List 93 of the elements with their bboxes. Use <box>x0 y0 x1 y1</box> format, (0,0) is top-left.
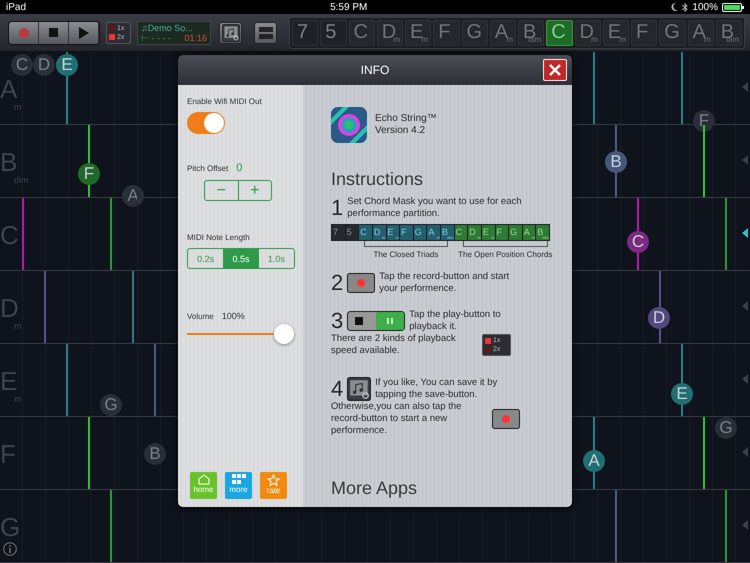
house-icon <box>198 474 210 485</box>
note-marker[interactable]: F <box>693 110 715 132</box>
volume-label: Volume <box>187 312 214 321</box>
chord-key[interactable]: C <box>546 20 572 46</box>
note-marker[interactable]: D <box>648 307 670 329</box>
note-marker[interactable]: A <box>583 450 605 472</box>
slider-thumb[interactable] <box>274 324 294 344</box>
note-length-option[interactable]: 0.2s <box>188 249 224 268</box>
volume-value: 100% <box>222 311 245 321</box>
song-display: ♫Demo So... ⊢ - - - - 01:16 <box>137 20 211 44</box>
step-note: Otherwise,you can also tap the record-button to start a new performence. <box>331 401 462 437</box>
bluetooth-icon <box>682 2 688 12</box>
note-length-label: MIDI Note Length <box>187 233 251 242</box>
step-text: Set Chord Mask you want to use for each performance partition. <box>347 196 523 220</box>
instructions-heading: Instructions <box>331 169 424 190</box>
note-marker[interactable]: D <box>33 54 55 76</box>
mask-key: 7 <box>332 225 345 240</box>
wifi-midi-label: Enable Wifi MIDI Out <box>187 97 263 106</box>
step-text: If you like, You can save it by tapping the save-button. <box>375 377 498 401</box>
note-marker[interactable]: B <box>605 151 627 173</box>
info-icon[interactable] <box>3 542 17 556</box>
note-marker[interactable]: E <box>671 383 693 405</box>
stop-icon <box>49 28 58 37</box>
group-caption: The Open Position Chords <box>458 250 552 259</box>
pitch-offset-value: 0 <box>236 162 242 174</box>
step-note: There are 2 kinds of playback speed available. <box>331 333 457 357</box>
step-number: 2 <box>331 272 344 294</box>
stop-pause-buttons-icon <box>347 311 406 331</box>
battery-percent: 100% <box>692 2 718 12</box>
stepper-button[interactable]: − <box>205 181 238 200</box>
close-icon <box>549 64 561 76</box>
mask-key: C <box>359 225 372 240</box>
record-icon <box>18 28 28 38</box>
dialog-title: INFO <box>360 63 390 77</box>
stop-button[interactable] <box>39 22 69 44</box>
mask-key: G <box>414 225 426 240</box>
close-button[interactable] <box>543 59 567 81</box>
note-marker[interactable]: G <box>100 394 122 416</box>
app-name: Echo String™ <box>375 113 437 125</box>
chord-key[interactable]: G <box>659 20 686 46</box>
note-length-option[interactable]: 0.5s <box>223 249 259 268</box>
chord-key[interactable]: C <box>348 20 375 46</box>
battery-icon <box>722 2 744 12</box>
pitch-offset-label: Pitch Offset <box>187 164 228 173</box>
step-text: Tap the play-button to playback it. <box>409 309 502 333</box>
moon-icon <box>671 3 678 11</box>
note-marker[interactable]: F <box>78 163 100 185</box>
mask-key: F <box>496 225 508 240</box>
more-apps-heading: More Apps <box>331 478 418 499</box>
record-button-icon <box>491 409 521 429</box>
chord-key[interactable]: Bdim <box>716 20 742 46</box>
menu-button[interactable] <box>254 22 277 44</box>
mask-key: 5 <box>346 225 358 240</box>
star-icon <box>267 474 280 486</box>
stepper-button[interactable]: + <box>238 181 271 200</box>
arrow-left-icon[interactable] <box>742 228 748 238</box>
chord-key[interactable]: Bdim <box>518 20 544 46</box>
step-text: Tap the record-button and start your performence. <box>379 271 510 295</box>
chord-key[interactable]: F <box>631 20 658 46</box>
rate-button[interactable]: rate <box>260 472 287 499</box>
music-note-icon <box>347 377 372 401</box>
chord-key[interactable]: G <box>462 20 488 46</box>
wifi-midi-switch[interactable] <box>187 112 225 134</box>
clock: 5:59 PM <box>330 2 368 12</box>
chord-key[interactable]: 7 <box>292 20 318 46</box>
play-button[interactable] <box>69 22 99 44</box>
drawer-icon <box>258 26 274 40</box>
note-marker[interactable]: B <box>144 443 166 465</box>
chord-key[interactable]: 5 <box>320 20 346 46</box>
group-caption: The Closed Triads <box>373 250 438 259</box>
note-marker[interactable]: G <box>715 417 737 439</box>
note-marker[interactable]: E <box>56 54 78 76</box>
home-button[interactable]: home <box>190 472 217 499</box>
step-number: 3 <box>331 310 344 332</box>
chord-key[interactable]: F <box>433 20 460 46</box>
app-version: Version 4.2 <box>375 125 426 137</box>
device-name: iPad <box>6 2 26 12</box>
step-number: 4 <box>331 378 344 400</box>
record-button-icon <box>347 273 376 293</box>
music-note-icon <box>222 24 240 42</box>
record-button[interactable] <box>9 22 39 44</box>
note-marker[interactable]: C <box>11 54 33 76</box>
more-button[interactable]: more <box>225 472 252 499</box>
note-length-option[interactable]: 1.0s <box>258 249 294 268</box>
app-logo <box>331 107 367 143</box>
note-marker[interactable]: C <box>627 231 649 253</box>
mask-key: C <box>454 225 468 240</box>
mask-key: G <box>509 225 522 240</box>
grid-icon <box>232 474 246 485</box>
play-icon <box>78 26 88 38</box>
save-button[interactable] <box>219 22 242 44</box>
mask-key: F <box>400 225 413 240</box>
step-number: 1 <box>331 197 344 219</box>
